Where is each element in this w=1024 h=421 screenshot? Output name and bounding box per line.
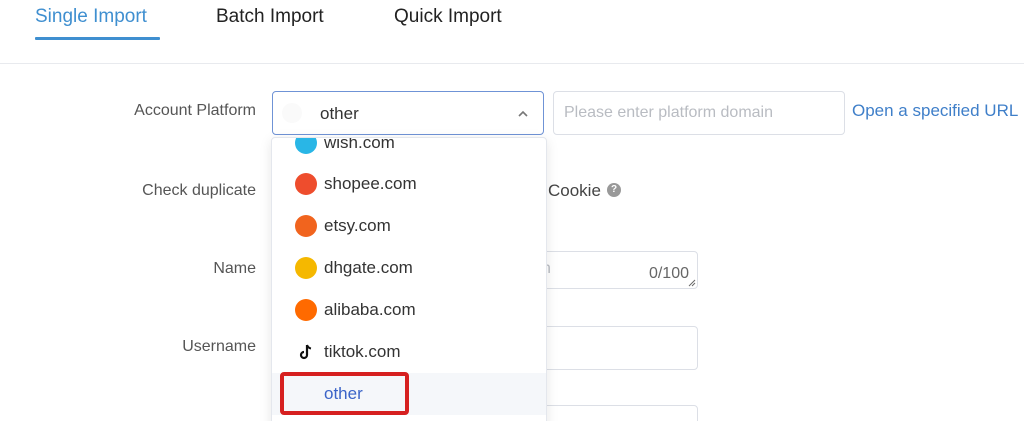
chevron-up-icon[interactable] [516, 107, 530, 121]
option-label: shopee.com [324, 174, 417, 193]
option-etsy[interactable]: etsy.com [272, 205, 546, 247]
name-label: Name [213, 260, 256, 277]
option-label: other [324, 384, 363, 403]
platform-dropdown: wish.com shopee.com etsy.com dhgate.com … [271, 137, 547, 421]
resize-handle-icon[interactable] [688, 279, 696, 287]
import-tabs: Single Import Batch Import Quick Import [0, 0, 1024, 64]
option-label: wish.com [324, 137, 395, 152]
check-duplicate-label: Check duplicate [142, 182, 256, 199]
platform-icon-placeholder [282, 103, 302, 123]
tiktok-icon [299, 344, 312, 360]
option-label: alibaba.com [324, 300, 416, 319]
open-specified-url-link[interactable]: Open a specified URL [852, 101, 1018, 121]
option-label: etsy.com [324, 216, 391, 235]
option-other[interactable]: other [272, 373, 546, 415]
option-tiktok[interactable]: tiktok.com [272, 331, 546, 373]
option-shopee[interactable]: shopee.com [272, 163, 546, 205]
account-platform-select[interactable]: other [272, 91, 544, 135]
platform-domain-input[interactable] [553, 91, 845, 135]
tab-batch-import[interactable]: Batch Import [216, 6, 324, 28]
tab-quick-import[interactable]: Quick Import [394, 6, 502, 28]
alibaba-icon [295, 299, 317, 321]
help-icon[interactable]: ? [607, 183, 621, 197]
tab-single-import[interactable]: Single Import [35, 6, 147, 28]
name-char-counter: 0/100 [648, 265, 689, 282]
dhgate-icon [295, 257, 317, 279]
account-platform-label: Account Platform [134, 102, 256, 119]
wish-icon [295, 138, 317, 154]
etsy-icon [295, 215, 317, 237]
cookie-label: Cookie [548, 181, 601, 200]
option-dhgate[interactable]: dhgate.com [272, 247, 546, 289]
account-platform-value: other [320, 104, 359, 123]
username-label: Username [182, 338, 256, 355]
active-tab-indicator [35, 37, 160, 40]
option-label: tiktok.com [324, 342, 401, 361]
option-wish[interactable]: wish.com [272, 137, 546, 164]
option-alibaba[interactable]: alibaba.com [272, 289, 546, 331]
option-label: dhgate.com [324, 258, 413, 277]
shopee-icon [295, 173, 317, 195]
